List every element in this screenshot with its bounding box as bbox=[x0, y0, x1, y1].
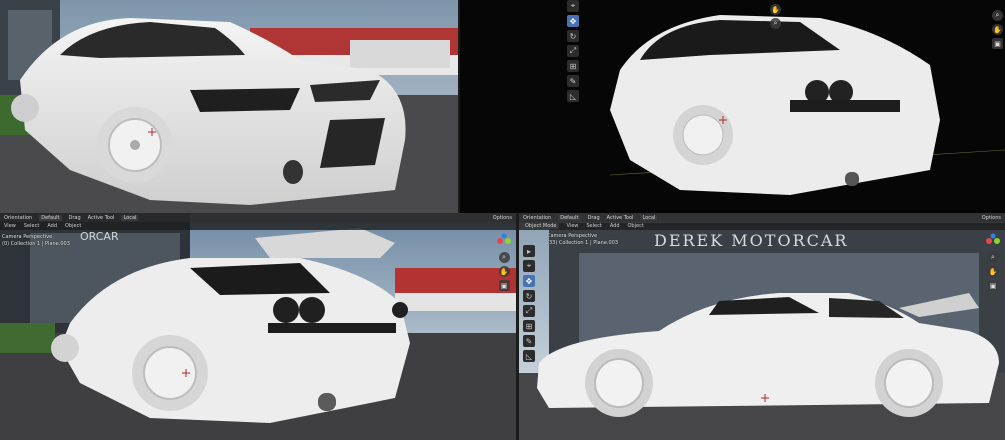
pivot-dropdown[interactable]: Local bbox=[121, 214, 139, 221]
measure-tool-icon[interactable]: ◺ bbox=[567, 90, 579, 102]
scale-tool-icon[interactable]: ⤢ bbox=[567, 45, 579, 57]
transform-tool-icon[interactable]: ⊞ bbox=[567, 60, 579, 72]
viewport-info-bl: Camera Perspective (0) Collection 1 | Pl… bbox=[2, 234, 70, 248]
select-tool-icon[interactable]: ▸ bbox=[523, 245, 535, 257]
annotate-tool-icon[interactable]: ✎ bbox=[523, 335, 535, 347]
menu-object[interactable]: Object bbox=[65, 223, 81, 229]
building-sign: DEREK MOTORCAR bbox=[654, 231, 848, 250]
menu-object[interactable]: Object bbox=[628, 223, 644, 229]
camera-label: Camera Perspective bbox=[2, 234, 53, 240]
rotate-tool-icon[interactable]: ↻ bbox=[523, 290, 535, 302]
drag-dropdown[interactable]: Drag bbox=[69, 215, 81, 221]
viewport-header-br: Orientation Default Drag Active Tool Loc… bbox=[519, 213, 1005, 222]
options-dropdown[interactable]: Options bbox=[493, 215, 512, 221]
rotate-tool-icon[interactable]: ↻ bbox=[567, 30, 579, 42]
hand-pan-icon[interactable]: ✋ bbox=[770, 4, 781, 15]
viewport-menu-bl: View Select Add Object bbox=[0, 222, 516, 230]
camera-view-icon[interactable]: ▣ bbox=[992, 38, 1003, 49]
orientation-label: Orientation bbox=[4, 214, 33, 221]
hand-pan-icon[interactable]: ✋ bbox=[498, 266, 510, 277]
viewport-header-bl: Orientation Default Drag Active Tool Loc… bbox=[0, 213, 516, 222]
viewport-bottom-left[interactable]: ORCAR Orientation Default Drag Active To… bbox=[0, 213, 516, 440]
menu-select[interactable]: Select bbox=[586, 223, 601, 229]
orientation-dropdown[interactable]: Default bbox=[39, 214, 62, 221]
menu-view[interactable]: View bbox=[4, 223, 16, 229]
nav-gizmo-bl: ⌕ ✋ ▣ bbox=[496, 233, 512, 291]
scene-rear-black bbox=[460, 0, 1005, 213]
camera-label: Camera Perspective bbox=[547, 233, 598, 239]
scale-tool-icon[interactable]: ⤢ bbox=[523, 305, 535, 317]
scene-render-side: DEREK MOTORCAR bbox=[519, 213, 1005, 440]
axis-gizmo-icon[interactable] bbox=[496, 233, 512, 249]
blender-quad-view: ⌖ ✥ ↻ ⤢ ⊞ ✎ ◺ ✋ ⌕ ⌕ ✋ ▣ ORCAR Orientatio… bbox=[0, 0, 1005, 440]
annotate-tool-icon[interactable]: ✎ bbox=[567, 75, 579, 87]
menu-view[interactable]: View bbox=[567, 223, 579, 229]
drag-dropdown[interactable]: Drag bbox=[588, 215, 600, 221]
nav-gizmo-tr-left: ✋ ⌕ bbox=[550, 4, 1001, 29]
hand-pan-icon[interactable]: ✋ bbox=[987, 266, 999, 277]
zoom-icon[interactable]: ⌕ bbox=[770, 18, 781, 29]
measure-tool-icon[interactable]: ◺ bbox=[523, 350, 535, 362]
active-tool-dropdown[interactable]: Active Tool bbox=[607, 215, 634, 221]
cursor-tool-icon[interactable]: ⌖ bbox=[523, 260, 535, 272]
mode-dropdown[interactable]: Object Mode bbox=[523, 223, 559, 229]
collection-label: (0) Collection 1 | Plane.003 bbox=[2, 241, 70, 247]
zoom-icon[interactable]: ⌕ bbox=[992, 10, 1003, 21]
menu-add[interactable]: Add bbox=[610, 223, 620, 229]
nav-gizmo-br: ⌕ ✋ ▣ bbox=[985, 233, 1001, 291]
viewport-info-br: Camera Perspective (33) Collection 1 | P… bbox=[547, 233, 618, 247]
viewport-divider[interactable] bbox=[516, 213, 519, 440]
options-dropdown[interactable]: Options bbox=[982, 215, 1001, 221]
zoom-icon[interactable]: ⌕ bbox=[498, 252, 510, 263]
collection-label: (33) Collection 1 | Plane.003 bbox=[547, 240, 619, 246]
zoom-icon[interactable]: ⌕ bbox=[987, 252, 999, 263]
scene-render-front bbox=[0, 0, 458, 213]
viewport-divider[interactable] bbox=[458, 0, 460, 213]
viewport-top-left[interactable] bbox=[0, 0, 458, 213]
move-tool-icon[interactable]: ✥ bbox=[523, 275, 535, 287]
viewport-top-right[interactable]: ⌖ ✥ ↻ ⤢ ⊞ ✎ ◺ ✋ ⌕ ⌕ ✋ ▣ bbox=[460, 0, 1005, 213]
transform-tool-icon[interactable]: ⊞ bbox=[523, 320, 535, 332]
menu-add[interactable]: Add bbox=[47, 223, 57, 229]
viewport-bottom-right[interactable]: DEREK MOTORCAR Orientation Default Drag … bbox=[519, 213, 1005, 440]
viewport-menu-br: Object Mode View Select Add Object bbox=[519, 222, 1005, 230]
camera-view-icon[interactable]: ▣ bbox=[987, 280, 999, 291]
camera-view-icon[interactable]: ▣ bbox=[498, 280, 510, 291]
pivot-dropdown[interactable]: Local bbox=[640, 214, 658, 221]
scene-render-rear: ORCAR bbox=[0, 213, 516, 440]
building-sign: ORCAR bbox=[80, 230, 119, 243]
toolbar-br: ▸ ⌖ ✥ ↻ ⤢ ⊞ ✎ ◺ bbox=[523, 245, 537, 362]
nav-gizmo-tr: ⌕ ✋ ▣ bbox=[992, 10, 1003, 49]
hand-pan-icon[interactable]: ✋ bbox=[992, 24, 1003, 35]
orientation-label: Orientation bbox=[523, 214, 552, 221]
active-tool-dropdown[interactable]: Active Tool bbox=[88, 215, 115, 221]
menu-select[interactable]: Select bbox=[24, 223, 39, 229]
orientation-dropdown[interactable]: Default bbox=[558, 214, 581, 221]
axis-gizmo-icon[interactable] bbox=[985, 233, 1001, 249]
